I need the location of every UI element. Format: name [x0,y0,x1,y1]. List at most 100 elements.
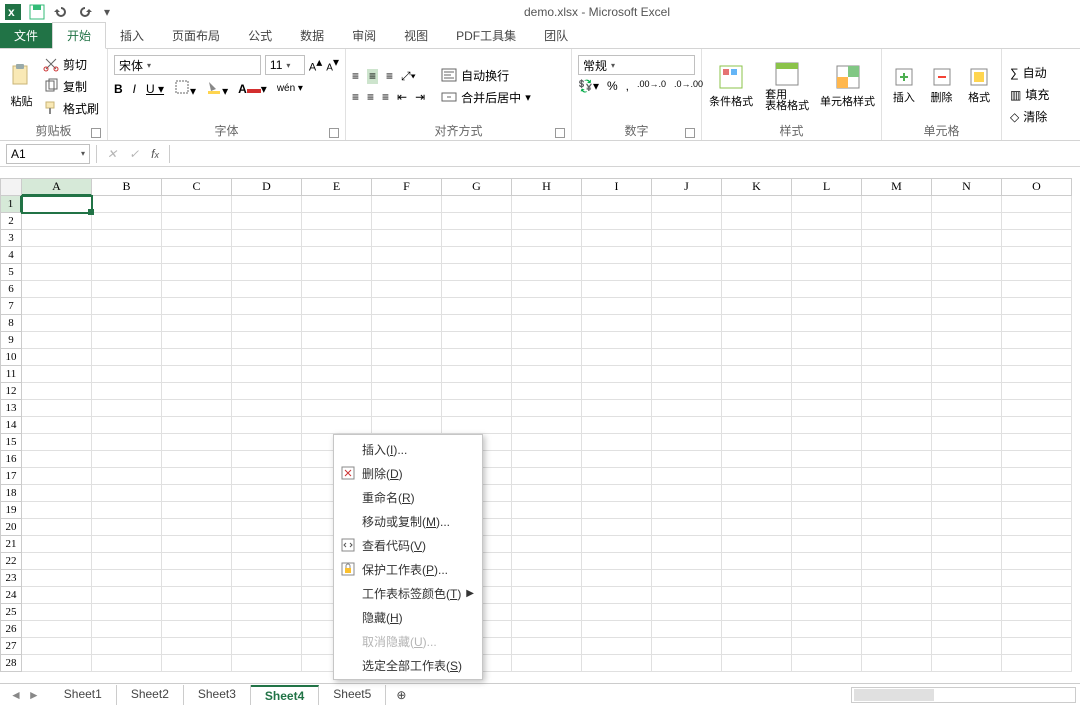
row-header[interactable]: 8 [0,315,22,332]
cell[interactable] [1002,604,1072,621]
cell[interactable] [652,349,722,366]
sheet-tab[interactable]: Sheet4 [251,685,319,705]
cell[interactable] [1002,468,1072,485]
cell[interactable] [372,383,442,400]
format-cells-button[interactable]: 格式 [963,67,995,105]
cell[interactable] [862,400,932,417]
sheet-tab[interactable]: Sheet5 [319,685,386,705]
cell[interactable] [512,366,582,383]
row-header[interactable]: 1 [0,196,22,213]
cell[interactable] [302,332,372,349]
ribbon-tab[interactable]: 页面布局 [158,23,234,48]
cell[interactable] [862,655,932,672]
cell[interactable] [1002,570,1072,587]
cell[interactable] [582,604,652,621]
cell[interactable] [512,638,582,655]
cell[interactable] [92,638,162,655]
cell[interactable] [582,570,652,587]
cell[interactable] [512,655,582,672]
increase-decimal-icon[interactable]: .00→.0 [637,79,666,93]
row-header[interactable]: 2 [0,213,22,230]
cell[interactable] [722,519,792,536]
cell[interactable] [232,213,302,230]
cell[interactable] [582,621,652,638]
cell[interactable] [792,366,862,383]
cell[interactable] [1002,587,1072,604]
cell[interactable] [302,213,372,230]
cell[interactable] [512,434,582,451]
cell[interactable] [652,298,722,315]
cell[interactable] [512,213,582,230]
ribbon-tab[interactable]: 插入 [106,23,158,48]
cell[interactable] [862,332,932,349]
cell[interactable] [932,621,1002,638]
cell[interactable] [512,451,582,468]
copy-button[interactable]: 复制 [41,76,101,96]
cell[interactable] [512,604,582,621]
cell[interactable] [512,587,582,604]
column-header[interactable]: G [442,178,512,196]
merge-center-button[interactable]: 合并后居中▾ [439,87,533,107]
cell[interactable] [92,400,162,417]
column-header[interactable]: E [302,178,372,196]
cell[interactable] [442,383,512,400]
formula-input[interactable] [170,141,1080,166]
cell[interactable] [1002,298,1072,315]
bold-button[interactable]: B [114,82,123,96]
cell[interactable] [302,264,372,281]
cell[interactable] [232,383,302,400]
cell[interactable] [512,570,582,587]
font-name-select[interactable]: 宋体▾ [114,55,261,75]
cell[interactable] [652,604,722,621]
cell[interactable] [442,400,512,417]
cell[interactable] [932,366,1002,383]
cell[interactable] [22,400,92,417]
cell[interactable] [862,570,932,587]
font-size-select[interactable]: 11▾ [265,55,305,75]
cell[interactable] [22,230,92,247]
cell[interactable] [22,519,92,536]
row-header[interactable]: 3 [0,230,22,247]
cell[interactable] [92,468,162,485]
comma-icon[interactable]: , [626,79,629,93]
cell[interactable] [512,230,582,247]
undo-icon[interactable] [52,3,70,21]
ribbon-tab[interactable]: 审阅 [338,23,390,48]
cell[interactable] [372,213,442,230]
cell[interactable] [162,621,232,638]
ribbon-tab[interactable]: 开始 [52,22,106,49]
clear-button[interactable]: ◇清除 [1008,107,1051,127]
cell[interactable] [862,553,932,570]
cell[interactable] [1002,213,1072,230]
cell[interactable] [22,349,92,366]
cell[interactable] [932,196,1002,213]
sheet-nav-prev-icon[interactable]: ◄ [10,688,22,702]
ribbon-tab[interactable]: PDF工具集 [442,23,530,48]
cell[interactable] [862,417,932,434]
cell[interactable] [722,655,792,672]
context-menu-item[interactable]: 查看代码(V) [334,533,482,557]
row-header[interactable]: 27 [0,638,22,655]
cell[interactable] [792,485,862,502]
cell[interactable] [22,383,92,400]
cell[interactable] [232,638,302,655]
cell[interactable] [582,502,652,519]
cell[interactable] [792,536,862,553]
cell[interactable] [862,349,932,366]
context-menu-item[interactable]: 隐藏(H) [334,605,482,629]
cell[interactable] [302,417,372,434]
cell[interactable] [792,196,862,213]
row-header[interactable]: 18 [0,485,22,502]
row-header[interactable]: 19 [0,502,22,519]
row-header[interactable]: 16 [0,451,22,468]
cell[interactable] [162,400,232,417]
cell[interactable] [862,264,932,281]
column-header[interactable]: F [372,178,442,196]
cell[interactable] [652,213,722,230]
cell[interactable] [722,621,792,638]
cell[interactable] [22,536,92,553]
cell[interactable] [862,366,932,383]
cell[interactable] [92,349,162,366]
align-top-icon[interactable]: ≡ [352,69,359,84]
align-center-icon[interactable]: ≡ [367,90,374,104]
